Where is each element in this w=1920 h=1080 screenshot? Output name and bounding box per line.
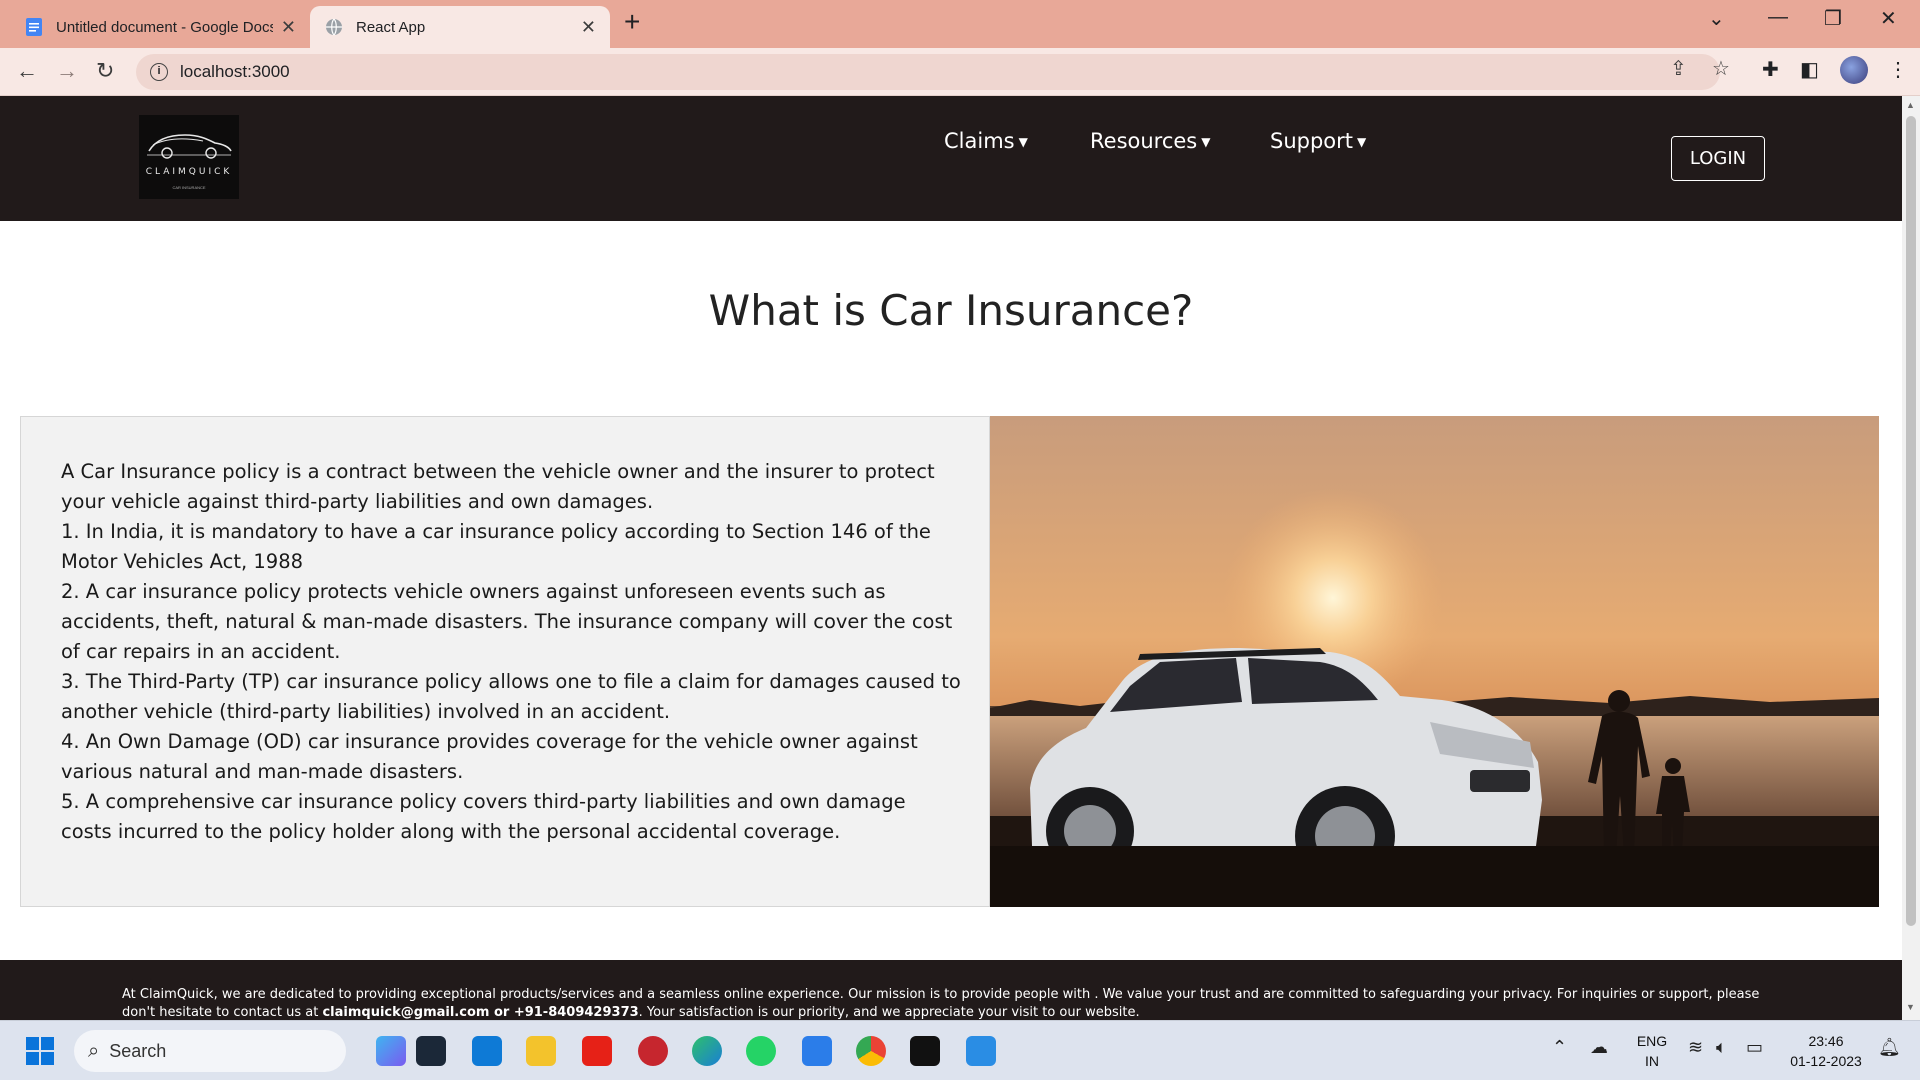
point-4: 4. An Own Damage (OD) car insurance prov… bbox=[61, 730, 918, 783]
caret-down-icon: ▼ bbox=[1018, 135, 1028, 149]
share-icon[interactable]: ⇪ bbox=[1670, 56, 1687, 81]
restore-button[interactable]: ❐ bbox=[1824, 6, 1842, 31]
clock[interactable]: 23:46 01-12-2023 bbox=[1786, 1031, 1866, 1071]
scroll-down-arrow-icon[interactable]: ▼ bbox=[1906, 1002, 1915, 1012]
menu-claims[interactable]: Claims ▼ bbox=[944, 129, 1028, 153]
site-info-icon[interactable]: i bbox=[150, 63, 168, 81]
google-docs-icon bbox=[26, 18, 42, 36]
vscode-icon[interactable] bbox=[472, 1036, 502, 1066]
menu-kebab-icon[interactable]: ⋮ bbox=[1888, 57, 1908, 82]
menu-support[interactable]: Support ▼ bbox=[1270, 129, 1366, 153]
onedrive-cloud-icon[interactable]: ☁ bbox=[1590, 1037, 1608, 1058]
minimize-button[interactable]: — bbox=[1768, 6, 1788, 29]
language-indicator[interactable]: ENG IN bbox=[1634, 1031, 1670, 1071]
chrome-icon[interactable] bbox=[856, 1036, 886, 1066]
todo-icon[interactable] bbox=[802, 1036, 832, 1066]
whatsapp-icon[interactable] bbox=[746, 1036, 776, 1066]
footer-text-part: . Your satisfaction is our priority, and… bbox=[638, 1005, 1140, 1020]
menu-label: Resources bbox=[1090, 129, 1198, 153]
reload-button[interactable]: ↻ bbox=[96, 58, 114, 84]
page-title: What is Car Insurance? bbox=[708, 286, 1194, 335]
globe-icon bbox=[326, 18, 342, 36]
chevron-up-icon[interactable]: ⌃ bbox=[1552, 1037, 1567, 1058]
logo-tagline: CAR INSURANCE bbox=[172, 185, 206, 190]
search-icon: ⌕ bbox=[88, 1039, 100, 1062]
profile-avatar[interactable] bbox=[1840, 56, 1868, 84]
language-code: ENG bbox=[1636, 1033, 1668, 1049]
file-explorer-icon[interactable] bbox=[526, 1036, 556, 1066]
edge-icon[interactable] bbox=[692, 1036, 722, 1066]
forward-button[interactable]: → bbox=[56, 58, 78, 84]
site-footer: At ClaimQuick, we are dedicated to provi… bbox=[0, 960, 1902, 1020]
new-tab-button[interactable]: + bbox=[624, 8, 640, 36]
bookmark-star-icon[interactable]: ☆ bbox=[1712, 56, 1730, 81]
scrollbar-thumb[interactable] bbox=[1906, 116, 1916, 926]
browser-tab-strip: Untitled document - Google Docs ✕ React … bbox=[0, 0, 1920, 48]
page-scrollbar[interactable]: ▲ ▼ bbox=[1902, 96, 1920, 1020]
point-3: 3. The Third-Party (TP) car insurance po… bbox=[61, 670, 961, 723]
info-card: A Car Insurance policy is a contract bet… bbox=[20, 416, 990, 907]
youtube-icon[interactable] bbox=[582, 1036, 612, 1066]
copilot-icon[interactable] bbox=[376, 1036, 406, 1066]
tab-title: Untitled document - Google Docs bbox=[56, 18, 273, 36]
url-text: localhost:3000 bbox=[180, 62, 290, 81]
search-label: Search bbox=[109, 1040, 167, 1061]
menu-label: Support bbox=[1270, 129, 1354, 153]
intro-paragraph: A Car Insurance policy is a contract bet… bbox=[61, 460, 935, 513]
time: 23:46 bbox=[1808, 1033, 1844, 1049]
region-code: IN bbox=[1645, 1053, 1659, 1069]
footer-contact[interactable]: claimquick@gmail.com or +91-8409429373 bbox=[322, 1005, 638, 1020]
side-panel-icon[interactable]: ◧ bbox=[1800, 57, 1819, 82]
point-5: 5. A comprehensive car insurance policy … bbox=[61, 790, 906, 843]
back-button[interactable]: ← bbox=[16, 58, 38, 84]
logo-brand: CLAIMQUICK bbox=[145, 167, 233, 177]
close-icon[interactable]: ✕ bbox=[581, 17, 596, 38]
steam-icon[interactable] bbox=[416, 1036, 446, 1066]
point-1: 1. In India, it is mandatory to have a c… bbox=[61, 520, 931, 573]
tab-react-app[interactable]: React App ✕ bbox=[310, 6, 610, 48]
menu-resources[interactable]: Resources ▼ bbox=[1090, 129, 1210, 153]
tab-google-docs[interactable]: Untitled document - Google Docs ✕ bbox=[10, 6, 310, 48]
car-sunset-photo bbox=[990, 416, 1879, 907]
volume-icon[interactable]: 🔈︎ bbox=[1716, 1037, 1727, 1058]
site-logo[interactable]: CLAIMQUICK CAR INSURANCE bbox=[139, 115, 239, 199]
caret-down-icon: ▼ bbox=[1201, 135, 1211, 149]
windows-taskbar: ⌕ Search ⌃ ☁ ENG IN ≋ 🔈︎ ▭ 23:46 01-12-202… bbox=[0, 1020, 1920, 1080]
caret-down-icon: ▼ bbox=[1357, 135, 1367, 149]
taskbar-search[interactable]: ⌕ Search bbox=[74, 1030, 346, 1072]
date: 01-12-2023 bbox=[1790, 1053, 1862, 1069]
windows-start-icon[interactable] bbox=[26, 1037, 54, 1065]
login-button[interactable]: LOGIN bbox=[1671, 136, 1765, 181]
photos-icon[interactable] bbox=[966, 1036, 996, 1066]
extensions-icon[interactable]: ✚ bbox=[1762, 57, 1779, 82]
menu-label: Claims bbox=[944, 129, 1015, 153]
car-logo-icon bbox=[147, 134, 232, 159]
wifi-icon[interactable]: ≋ bbox=[1688, 1037, 1703, 1058]
close-icon[interactable]: ✕ bbox=[281, 17, 296, 38]
mcafee-icon[interactable] bbox=[638, 1036, 668, 1066]
tab-search-chevron-icon[interactable]: ⌄ bbox=[1708, 6, 1725, 31]
close-window-button[interactable]: ✕ bbox=[1880, 6, 1897, 31]
tab-title: React App bbox=[356, 18, 426, 36]
scroll-up-arrow-icon[interactable]: ▲ bbox=[1906, 100, 1915, 110]
site-navbar: CLAIMQUICK CAR INSURANCE Claims ▼ Resourc… bbox=[0, 96, 1902, 221]
web-page: CLAIMQUICK CAR INSURANCE Claims ▼ Resourc… bbox=[0, 96, 1902, 1020]
point-2: 2. A car insurance policy protects vehic… bbox=[61, 580, 953, 663]
notification-bell-icon[interactable]: 🔔︎ bbox=[1878, 1037, 1901, 1058]
address-bar[interactable]: i localhost:3000 bbox=[136, 54, 1720, 90]
browser-toolbar: ← → ↻ i localhost:3000 ⇪ ☆ bbox=[0, 48, 1920, 96]
battery-icon[interactable]: ▭ bbox=[1746, 1037, 1763, 1058]
terminal-icon[interactable] bbox=[910, 1036, 940, 1066]
info-text: A Car Insurance policy is a contract bet… bbox=[61, 457, 961, 847]
footer-text: At ClaimQuick, we are dedicated to provi… bbox=[122, 986, 1782, 1020]
